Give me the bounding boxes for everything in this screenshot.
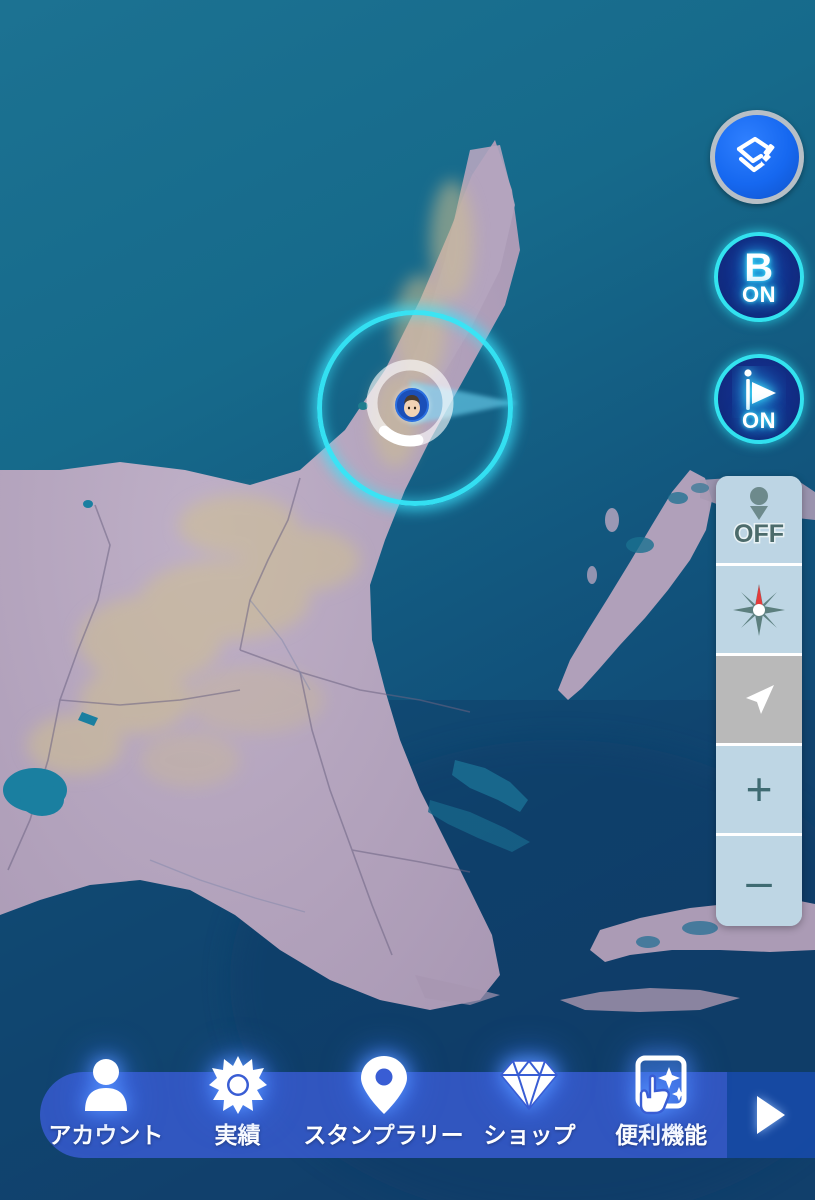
flag-toggle-button[interactable]: ON <box>714 354 804 444</box>
map-viewport[interactable] <box>0 0 815 1200</box>
navigation-arrow-icon <box>746 684 774 714</box>
nav-item-shop[interactable]: ショップ <box>464 1060 596 1158</box>
nav-item-stamp-rally[interactable]: スタンプラリー <box>303 1056 464 1158</box>
beacon-state-label: ON <box>742 282 776 307</box>
zoom-in-button[interactable]: + <box>716 746 802 836</box>
nav-label-achievements: 実績 <box>214 1122 261 1148</box>
map-style-button[interactable] <box>710 110 804 204</box>
nav-item-list: アカウント 実績 スタンプラリー ショップ 便利機能 <box>40 1055 727 1158</box>
diamond-icon <box>496 1052 562 1118</box>
map-pin-icon <box>750 487 768 520</box>
pin-toggle-button[interactable]: OFF <box>716 476 802 566</box>
map-pin-icon <box>351 1052 417 1118</box>
compass-rose-icon <box>733 583 785 636</box>
beacon-toggle-button[interactable]: B ON <box>714 232 804 322</box>
nav-label-shop: ショップ <box>483 1122 576 1148</box>
pin-state-label: OFF <box>733 519 786 550</box>
plus-icon: + <box>745 763 773 816</box>
sunburst-medal-icon <box>205 1052 271 1118</box>
nav-more-button[interactable] <box>727 1072 815 1158</box>
chevron-right-icon <box>757 1096 785 1134</box>
nav-item-achievements[interactable]: 実績 <box>172 1056 304 1158</box>
map-control-stack: OFF + – <box>716 476 802 926</box>
nav-item-tools[interactable]: 便利機能 <box>595 1055 727 1158</box>
locate-me-button[interactable] <box>716 656 802 746</box>
tap-sparkle-icon <box>628 1052 694 1118</box>
game-map-screen: B ON ON OFF + – アカウント 実績 スタンプラリー ショップ 便利… <box>0 0 815 1200</box>
compass-button[interactable] <box>716 566 802 656</box>
nav-label-account: アカウント <box>48 1122 164 1148</box>
person-icon <box>73 1052 139 1118</box>
nav-label-tools: 便利機能 <box>615 1122 708 1148</box>
nav-label-stamp-rally: スタンプラリー <box>303 1122 464 1148</box>
zoom-out-button[interactable]: – <box>716 836 802 926</box>
nav-item-account[interactable]: アカウント <box>40 1059 172 1158</box>
minus-icon: – <box>746 854 772 907</box>
map-graphics <box>0 0 815 1200</box>
flag-state-label: ON <box>742 408 776 433</box>
layers-brush-icon <box>736 136 775 173</box>
bottom-navigation-bar: アカウント 実績 スタンプラリー ショップ 便利機能 <box>40 1055 815 1158</box>
